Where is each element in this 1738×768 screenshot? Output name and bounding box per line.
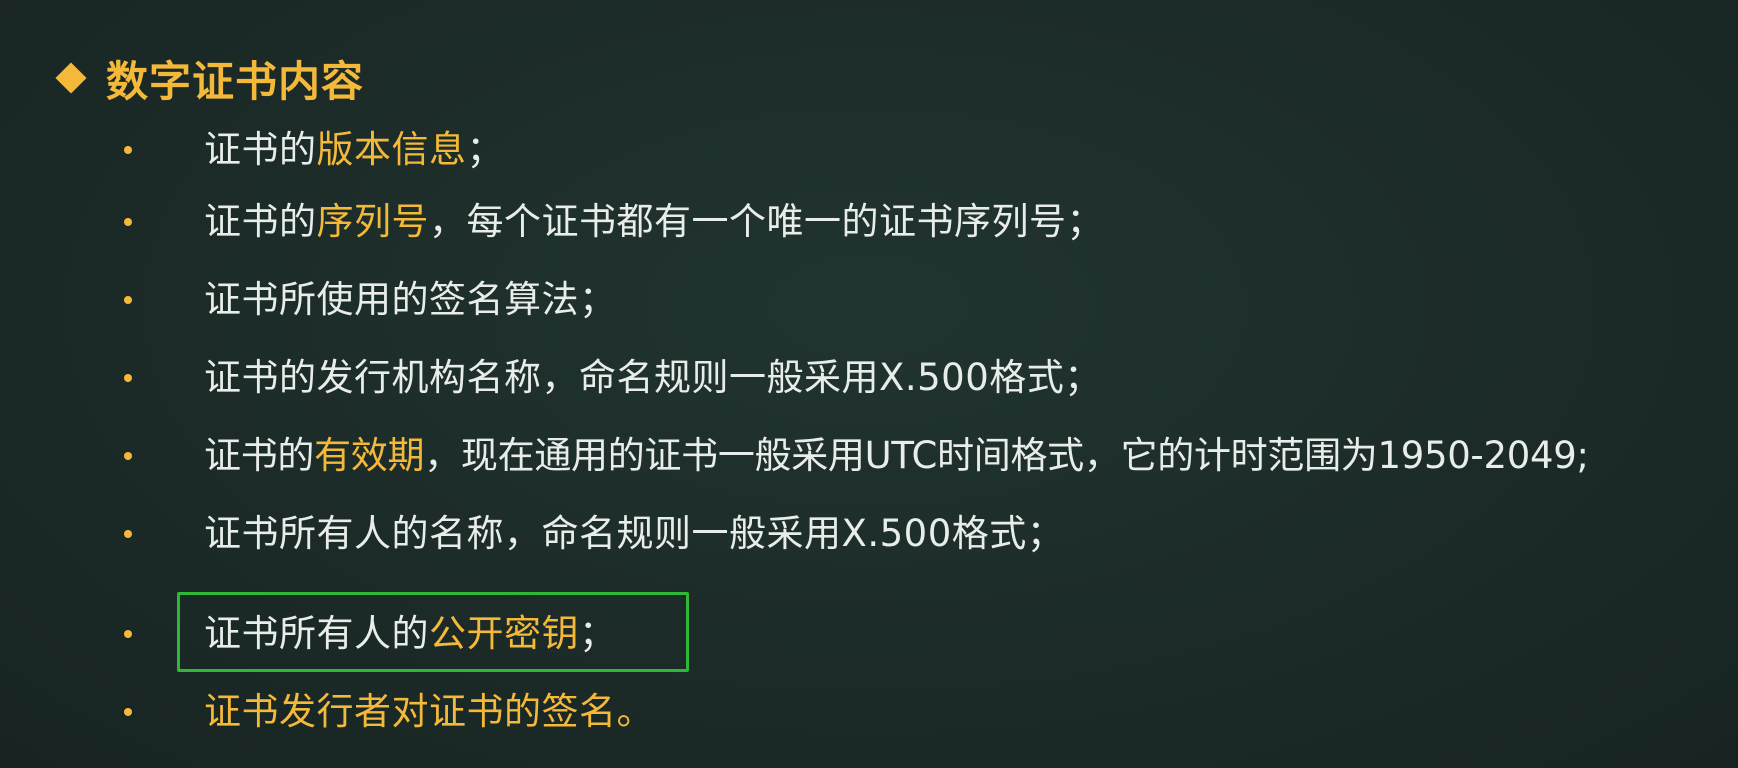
list-item-text: 证书的序列号，每个证书都有一个唯一的证书序列号； <box>204 192 1104 252</box>
item-text-highlight: 证书发行者对证书的签名。 <box>204 690 654 733</box>
bullet-icon <box>124 708 132 716</box>
bullet-icon <box>124 218 132 226</box>
slide-heading: 数字证书内容 <box>52 50 364 106</box>
item-text-plain: 证书的 <box>204 128 317 171</box>
item-text-plain: ，每个证书都有一个唯一的证书序列号； <box>429 200 1104 243</box>
item-text-plain: 证书的发行机构名称，命名规则一般采用X.500格式； <box>204 356 1102 399</box>
heading-title: 数字证书内容 <box>106 56 365 106</box>
list-item: 证书的版本信息； <box>0 120 1738 180</box>
list-item-text: 证书发行者对证书的签名。 <box>204 682 654 742</box>
item-text-plain: 证书所有人的名称，命名规则一般采用X.500格式； <box>204 512 1065 555</box>
list-item-text: 证书所有人的名称，命名规则一般采用X.500格式； <box>204 504 1064 564</box>
list-item: 证书所使用的签名算法； <box>0 270 1738 330</box>
item-text-plain: 证书的 <box>204 200 317 243</box>
bullet-icon <box>124 374 132 382</box>
item-text-plain: 证书所使用的签名算法； <box>204 278 617 321</box>
slide: 数字证书内容 证书的版本信息； 证书的序列号，每个证书都有一个唯一的证书序列号；… <box>0 0 1738 768</box>
item-text-plain: 证书的 <box>204 434 315 477</box>
bullet-icon <box>124 146 132 154</box>
item-text-highlight: 版本信息 <box>316 128 467 171</box>
list-item: 证书发行者对证书的签名。 <box>0 682 1738 742</box>
list-item: 证书的有效期，现在通用的证书一般采用UTC时间格式，它的计时范围为1950-20… <box>0 426 1738 486</box>
item-text-plain: ； <box>466 128 504 171</box>
list-item-text: 证书所使用的签名算法； <box>204 270 617 330</box>
diamond-icon <box>55 62 87 94</box>
item-text-highlight: 序列号 <box>316 200 429 243</box>
annotation-highlight-box <box>177 592 689 672</box>
list-item-text: 证书的版本信息； <box>204 120 504 180</box>
list-item-text: 证书的有效期，现在通用的证书一般采用UTC时间格式，它的计时范围为1950-20… <box>204 426 1589 486</box>
bullet-icon <box>124 530 132 538</box>
list-item: 证书的发行机构名称，命名规则一般采用X.500格式； <box>0 348 1738 408</box>
list-item: 证书所有人的名称，命名规则一般采用X.500格式； <box>0 504 1738 564</box>
bullet-icon <box>124 452 132 460</box>
item-text-highlight: 有效期 <box>314 434 425 477</box>
bullet-icon <box>124 296 132 304</box>
bullet-icon <box>124 630 132 638</box>
item-text-plain: ，现在通用的证书一般采用UTC时间格式，它的计时范围为1950-2049; <box>424 434 1589 477</box>
list-item-text: 证书的发行机构名称，命名规则一般采用X.500格式； <box>204 348 1102 408</box>
list-item: 证书的序列号，每个证书都有一个唯一的证书序列号； <box>0 192 1738 252</box>
